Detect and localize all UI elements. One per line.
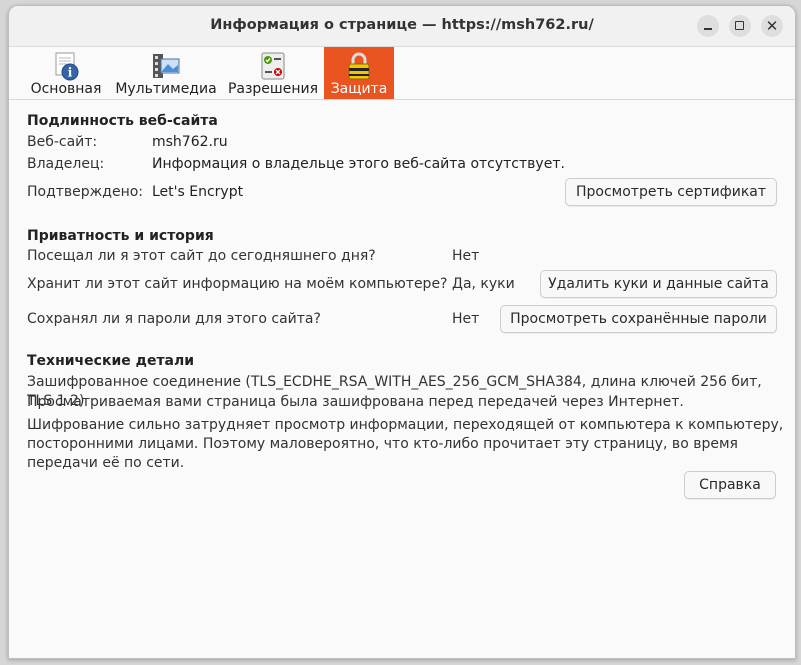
svg-text:i: i xyxy=(68,66,73,80)
close-icon: ✕ xyxy=(765,17,779,35)
lock-icon xyxy=(348,52,370,80)
technical-encrypted: Просматриваемая вами страница была зашиф… xyxy=(27,394,684,410)
view-saved-passwords-button[interactable]: Просмотреть сохранённые пароли xyxy=(500,305,777,333)
owner-value: Информация о владельце этого веб-сайта о… xyxy=(152,156,565,172)
privacy-heading: Приватность и история xyxy=(27,228,214,244)
info-icon: i xyxy=(55,52,79,81)
minimize-icon xyxy=(704,28,712,30)
technical-explanation: Шифрование сильно затрудняет просмотр ин… xyxy=(27,417,784,471)
owner-label: Владелец: xyxy=(27,156,105,172)
passwords-answer: Нет xyxy=(452,311,480,327)
maximize-button[interactable] xyxy=(729,15,751,37)
verified-value: Let's Encrypt xyxy=(152,184,244,200)
website-value: msh762.ru xyxy=(152,134,228,150)
tab-permissions-label: Разрешения xyxy=(227,81,319,97)
tab-security-label: Защита xyxy=(330,81,388,97)
tab-general[interactable]: i Основная xyxy=(23,47,109,99)
permissions-icon xyxy=(261,52,285,80)
view-certificate-button[interactable]: Просмотреть сертификат xyxy=(565,178,777,206)
visited-question: Посещал ли я этот сайт до сегодняшнего д… xyxy=(27,248,376,264)
page-info-window: Информация о странице — https://msh762.r… xyxy=(8,5,796,659)
close-button[interactable]: ✕ xyxy=(761,15,783,37)
clear-cookies-button[interactable]: Удалить куки и данные сайта xyxy=(540,270,777,298)
passwords-question: Сохранял ли я пароли для этого сайта? xyxy=(27,311,321,327)
minimize-button[interactable] xyxy=(697,15,719,37)
tab-bar: i Основная Мультимедиа Разрешения Защита xyxy=(9,47,795,100)
maximize-icon xyxy=(735,21,744,30)
technical-heading: Технические детали xyxy=(27,353,195,369)
tab-permissions[interactable]: Разрешения xyxy=(223,47,323,99)
identity-heading: Подлинность веб-сайта xyxy=(27,113,218,129)
storing-question: Хранит ли этот сайт информацию на моём к… xyxy=(27,276,448,292)
tab-general-label: Основная xyxy=(30,81,102,97)
storing-answer: Да, куки xyxy=(452,276,515,292)
title-bar: Информация о странице — https://msh762.r… xyxy=(9,6,795,47)
tab-media-label: Мультимедиа xyxy=(115,81,217,97)
window-title: Информация о странице — https://msh762.r… xyxy=(210,17,594,33)
visited-answer: Нет xyxy=(452,248,480,264)
tab-media[interactable]: Мультимедиа xyxy=(111,47,221,99)
help-button[interactable]: Справка xyxy=(684,471,776,499)
website-label: Веб-сайт: xyxy=(27,134,98,150)
verified-label: Подтверждено: xyxy=(27,184,144,200)
media-icon xyxy=(153,54,180,78)
tab-security[interactable]: Защита xyxy=(324,47,394,99)
